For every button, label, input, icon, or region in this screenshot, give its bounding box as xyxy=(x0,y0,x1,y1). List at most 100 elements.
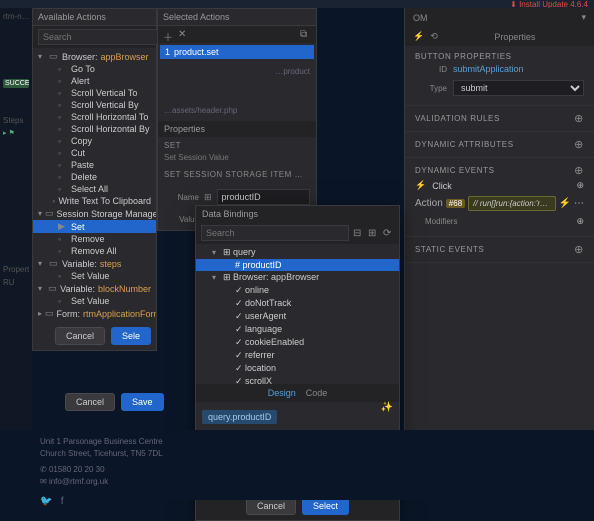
action-item[interactable]: ◦Scroll Vertical By xyxy=(33,99,156,111)
code-mode[interactable]: Code xyxy=(306,388,328,398)
add-action-icon[interactable]: ＋ xyxy=(163,29,174,40)
action-item[interactable]: ◦Paste xyxy=(33,159,156,171)
action-item[interactable]: ◦Scroll Vertical To xyxy=(33,87,156,99)
action-index: 1 xyxy=(165,47,170,57)
dyn-attr-title: DYNAMIC ATTRIBUTES xyxy=(415,140,514,149)
binding-item[interactable]: # productID xyxy=(196,259,399,271)
add-validation-icon[interactable]: ⊕ xyxy=(574,112,584,125)
add-dyn-evt-icon[interactable]: ⊕ xyxy=(574,164,584,177)
click-event[interactable]: Click xyxy=(432,181,570,191)
properties-subheader: Properties xyxy=(158,121,316,137)
action-group[interactable]: ▾▭Browser: appBrowser xyxy=(33,50,156,63)
value-label: Value xyxy=(164,215,199,224)
bindings-expand-icon[interactable]: ⊞ xyxy=(368,228,379,239)
twitter-icon[interactable]: 🐦 xyxy=(40,496,52,507)
action-group[interactable]: ▾▭Variable: steps xyxy=(33,257,156,270)
available-actions-search[interactable] xyxy=(38,29,165,45)
properties-label: Propert xyxy=(3,265,29,274)
action-item[interactable]: ◦Select All xyxy=(33,183,156,195)
success-badge: SUCCE xyxy=(3,79,29,88)
action-group[interactable]: ▾▭Variable: blockNumber xyxy=(33,282,156,295)
action-item[interactable]: ◦Alert xyxy=(33,75,156,87)
action-item[interactable]: ◦Delete xyxy=(33,171,156,183)
add-click-icon[interactable]: ⊕ xyxy=(576,180,584,191)
binding-item[interactable]: ✓ language xyxy=(196,323,399,336)
action-item[interactable]: ◦Set Value xyxy=(33,270,156,282)
action-group[interactable]: ▸▭Form: rtmApplicationForm xyxy=(33,307,156,320)
modifiers-label: Modifiers xyxy=(415,217,457,226)
header-path: …assets/header.php xyxy=(164,106,310,115)
action-label: Action xyxy=(415,198,443,209)
action-item[interactable]: ◦Go To xyxy=(33,63,156,75)
action-item[interactable]: ◦Remove xyxy=(33,233,156,245)
binding-chip[interactable]: query.productID xyxy=(202,410,277,424)
selected-actions-panel: Selected Actions ＋ ✕ ⧉ 1 product.set …pr… xyxy=(157,8,317,231)
binding-item[interactable]: ✓ userAgent xyxy=(196,310,399,323)
path-hint: …product xyxy=(164,67,310,76)
available-cancel-button[interactable]: Cancel xyxy=(55,327,105,345)
binding-item[interactable]: ✓ doNotTrack xyxy=(196,297,399,310)
action-expression[interactable]: // run[]run:{action:'r… xyxy=(468,196,555,211)
action-bolt-icon[interactable]: ⚡ xyxy=(559,198,571,209)
add-static-evt-icon[interactable]: ⊕ xyxy=(574,243,584,256)
available-actions-panel: Available Actions ⊟ ⊞ ⟳ ▾▭Browser: appBr… xyxy=(32,8,157,351)
facebook-icon[interactable]: f xyxy=(61,496,64,507)
binding-group[interactable]: ▾⊞ query xyxy=(196,246,399,259)
ru-label: RU xyxy=(3,278,29,287)
action-item[interactable]: ▶Set xyxy=(33,220,156,233)
remove-action-icon[interactable]: ✕ xyxy=(178,29,189,40)
global-save-button[interactable]: Save xyxy=(121,393,164,411)
available-select-button[interactable]: Sele xyxy=(111,327,151,345)
action-item[interactable]: ◦Set Value xyxy=(33,295,156,307)
action-group[interactable]: ▾▭Session Storage Manager: product xyxy=(33,207,156,220)
bindings-refresh-icon[interactable]: ⟳ xyxy=(383,228,394,239)
binding-item[interactable]: ✓ online xyxy=(196,284,399,297)
selected-action-pill[interactable]: 1 product.set xyxy=(160,45,314,59)
properties-panel: OM ▾ ⚡ ⟲ Properties BUTTON PROPERTIES ID… xyxy=(404,8,594,438)
copy-action-icon[interactable]: ⧉ xyxy=(300,29,311,40)
editor-left-rail: rtm-n… SUCCE Steps ▸ ⚑ Propert RU xyxy=(0,8,32,500)
storage-title: SET SESSION STORAGE ITEM … xyxy=(164,170,310,179)
bolt-icon[interactable]: ⚡ xyxy=(413,31,424,42)
button-properties-title: BUTTON PROPERTIES xyxy=(415,52,584,61)
id-value[interactable]: submitApplication xyxy=(453,64,584,74)
action-item[interactable]: ◦Scroll Horizontal To xyxy=(33,111,156,123)
footer-address-1: Unit 1 Parsonage Business Centre xyxy=(40,436,554,448)
type-label: Type xyxy=(415,84,447,93)
action-item[interactable]: ◦Cut xyxy=(33,147,156,159)
dyn-evt-title: DYNAMIC EVENTS xyxy=(415,166,495,175)
page-footer: Unit 1 Parsonage Business Centre Church … xyxy=(0,430,594,500)
bindings-collapse-icon[interactable]: ⊟ xyxy=(353,228,364,239)
available-actions-title: Available Actions xyxy=(33,9,156,26)
add-modifier-icon[interactable]: ⊕ xyxy=(576,216,584,227)
steps-label: Steps xyxy=(3,116,29,125)
set-title: SET xyxy=(164,141,310,150)
binding-item[interactable]: ✓ location xyxy=(196,362,399,375)
link-icon[interactable]: ⟲ xyxy=(430,31,438,42)
global-cancel-button[interactable]: Cancel xyxy=(65,393,115,411)
magic-wand-icon[interactable]: ✨ xyxy=(381,402,393,413)
action-item[interactable]: ◦Remove All xyxy=(33,245,156,257)
static-evt-title: STATIC EVENTS xyxy=(415,245,484,254)
action-item[interactable]: ◦Copy xyxy=(33,135,156,147)
action-name: product.set xyxy=(174,47,219,57)
name-value[interactable]: productID xyxy=(217,189,310,205)
dom-tab[interactable]: OM xyxy=(413,13,428,23)
validation-title: VALIDATION RULES xyxy=(415,114,500,123)
action-item[interactable]: ◦Scroll Horizontal By xyxy=(33,123,156,135)
binding-group[interactable]: ▾⊞ Browser: appBrowser xyxy=(196,271,399,284)
action-item[interactable]: ◦Write Text To Clipboard xyxy=(33,195,156,207)
binding-item[interactable]: ✓ referrer xyxy=(196,349,399,362)
footer-email: info@rtmf.org.uk xyxy=(49,477,108,486)
bolt-icon: ⚡ xyxy=(415,180,426,191)
bindings-search[interactable] xyxy=(201,225,349,241)
action-more-icon[interactable]: ⋯ xyxy=(574,198,584,209)
dropdown-icon[interactable]: ▾ xyxy=(581,12,586,23)
add-dyn-attr-icon[interactable]: ⊕ xyxy=(574,138,584,151)
type-select[interactable]: submit xyxy=(453,80,584,96)
bindings-title: Data Bindings xyxy=(202,209,258,219)
design-mode[interactable]: Design xyxy=(268,388,296,398)
file-tab[interactable]: rtm-n… xyxy=(3,12,29,21)
binding-item[interactable]: ✓ cookieEnabled xyxy=(196,336,399,349)
properties-tab[interactable]: Properties xyxy=(444,32,586,42)
